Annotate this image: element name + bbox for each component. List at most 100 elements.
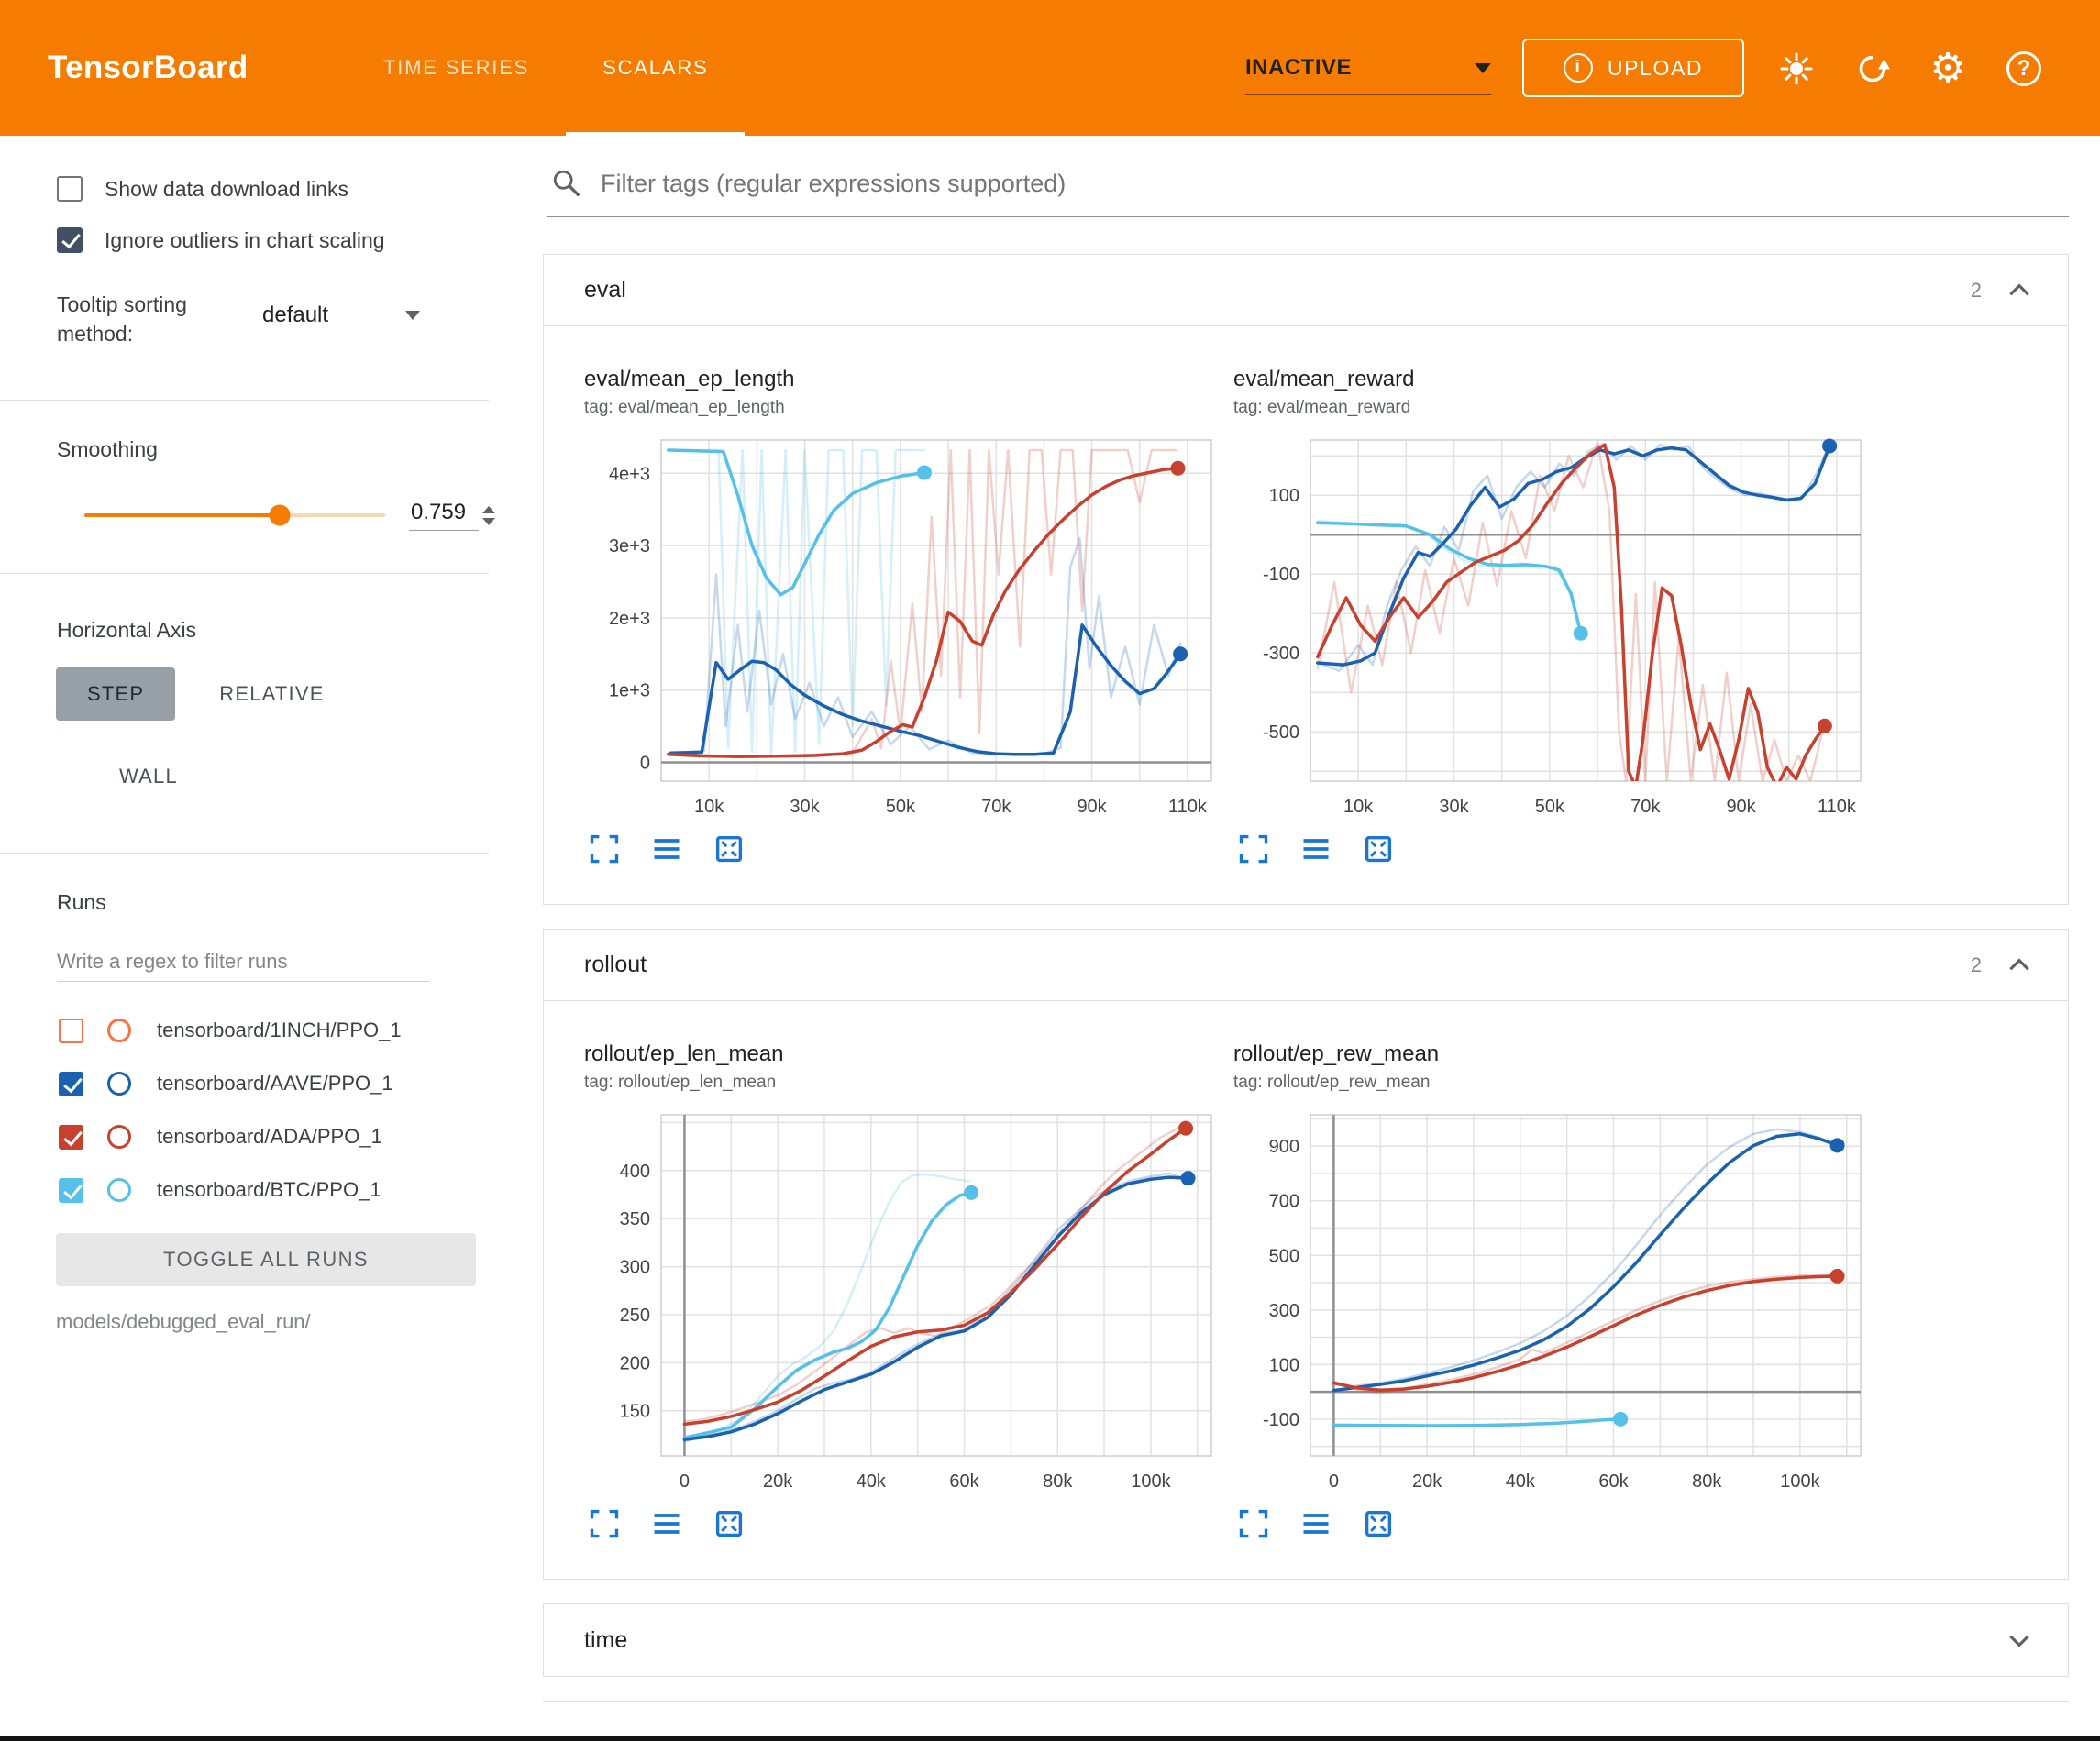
svg-text:70k: 70k xyxy=(1630,797,1661,817)
section-eval-header[interactable]: eval 2 xyxy=(544,255,2068,326)
fullscreen-icon[interactable] xyxy=(588,1507,623,1542)
svg-text:30k: 30k xyxy=(790,797,820,817)
divider xyxy=(0,573,489,574)
filter-tags-row xyxy=(547,154,2069,217)
svg-text:150: 150 xyxy=(620,1402,650,1422)
fit-domain-icon[interactable] xyxy=(713,1507,747,1542)
svg-text:40k: 40k xyxy=(1506,1471,1536,1492)
section-rollout: rollout 2 rollout/ep_len_mean tag: rollo… xyxy=(543,929,2069,1580)
section-title: rollout xyxy=(584,952,647,978)
toggle-size-icon[interactable] xyxy=(650,832,685,867)
number-spinner[interactable] xyxy=(482,506,495,525)
tooltip-sorting-select[interactable]: default xyxy=(262,303,420,336)
run-checkbox[interactable] xyxy=(59,1019,83,1043)
show-download-links-checkbox[interactable]: Show data download links xyxy=(57,172,495,205)
fullscreen-icon[interactable] xyxy=(1237,832,1272,867)
section-rollout-header[interactable]: rollout 2 xyxy=(544,930,2068,1001)
next-section-edge xyxy=(543,1701,2069,1712)
wall-axis-button[interactable]: WALL xyxy=(88,750,209,803)
run-row-aave[interactable]: tensorboard/AAVE/PPO_1 xyxy=(59,1057,495,1110)
fullscreen-icon[interactable] xyxy=(1237,1507,1272,1542)
section-title: time xyxy=(584,1627,627,1654)
svg-text:100k: 100k xyxy=(1131,1471,1171,1492)
checkbox-icon xyxy=(57,176,83,202)
fit-domain-icon[interactable] xyxy=(1362,1507,1397,1542)
settings-sidebar: Show data download links Ignore outliers… xyxy=(0,136,495,1741)
question-mark-icon: ? xyxy=(2006,51,2041,86)
svg-text:100k: 100k xyxy=(1780,1471,1820,1492)
svg-text:60k: 60k xyxy=(1598,1471,1629,1492)
svg-text:80k: 80k xyxy=(1043,1471,1073,1492)
run-checkbox[interactable] xyxy=(59,1178,83,1203)
checkbox-icon xyxy=(57,227,83,253)
svg-text:400: 400 xyxy=(620,1162,650,1182)
section-rollout-body: rollout/ep_len_mean tag: rollout/ep_len_… xyxy=(544,1001,2068,1579)
run-row-ada[interactable]: tensorboard/ADA/PPO_1 xyxy=(59,1110,495,1163)
fit-domain-icon[interactable] xyxy=(1362,832,1397,867)
chevron-down-icon xyxy=(405,311,420,320)
svg-text:350: 350 xyxy=(620,1209,650,1229)
section-time-header[interactable]: time xyxy=(544,1604,2068,1676)
svg-text:80k: 80k xyxy=(1692,1471,1722,1492)
toggle-size-icon[interactable] xyxy=(1299,832,1334,867)
section-count: 2 xyxy=(1971,953,1982,977)
help-icon[interactable]: ? xyxy=(2003,48,2045,90)
ignore-outliers-checkbox[interactable]: Ignore outliers in chart scaling xyxy=(57,224,495,257)
run-checkbox[interactable] xyxy=(59,1125,83,1150)
svg-text:90k: 90k xyxy=(1077,797,1107,817)
chart-plot[interactable]: 020k40k60k80k100k150200250300350400 xyxy=(584,1104,1226,1504)
smoothing-value-input[interactable]: 0.759 xyxy=(409,500,495,531)
run-row-1inch[interactable]: tensorboard/1INCH/PPO_1 xyxy=(59,1004,495,1057)
chart-plot[interactable]: 020k40k60k80k100k-100100300500700900 xyxy=(1233,1104,1875,1504)
brightness-icon[interactable] xyxy=(1775,48,1818,90)
tab-scalars[interactable]: SCALARS xyxy=(566,0,745,136)
window-bottom-edge xyxy=(0,1736,2100,1741)
run-color-circle-icon xyxy=(107,1178,131,1202)
svg-text:50k: 50k xyxy=(886,797,916,817)
slider-fill xyxy=(84,513,280,517)
svg-text:110k: 110k xyxy=(1818,797,1857,817)
svg-text:1e+3: 1e+3 xyxy=(609,681,650,701)
selected-value: default xyxy=(262,303,328,328)
run-row-btc[interactable]: tensorboard/BTC/PPO_1 xyxy=(59,1163,495,1217)
svg-text:110k: 110k xyxy=(1168,797,1208,817)
filter-tags-input[interactable] xyxy=(601,165,2069,202)
chart-actions xyxy=(1233,832,1875,867)
run-color-circle-icon xyxy=(107,1072,131,1096)
chevron-up-icon[interactable] xyxy=(2006,956,2033,975)
checkbox-label: Show data download links xyxy=(105,177,348,202)
svg-text:300: 300 xyxy=(620,1258,650,1278)
slider-knob[interactable] xyxy=(270,505,291,526)
svg-text:0: 0 xyxy=(1329,1471,1339,1492)
step-axis-button[interactable]: STEP xyxy=(56,667,175,721)
chevron-down-icon[interactable] xyxy=(2006,1631,2033,1649)
upload-label: UPLOAD xyxy=(1608,56,1703,81)
upload-button[interactable]: i UPLOAD xyxy=(1522,39,1744,97)
svg-text:2e+3: 2e+3 xyxy=(609,609,650,629)
horizontal-axis-label: Horizontal Axis xyxy=(57,618,495,644)
chevron-up-icon[interactable] xyxy=(2006,281,2033,300)
run-checkbox[interactable] xyxy=(59,1072,83,1096)
fit-domain-icon[interactable] xyxy=(713,832,747,867)
runs-label: Runs xyxy=(57,890,495,916)
info-icon: i xyxy=(1564,53,1593,83)
run-label: tensorboard/BTC/PPO_1 xyxy=(157,1178,381,1202)
chart-plot[interactable]: 10k30k50k70k90k110k01e+32e+33e+34e+3 xyxy=(584,429,1226,829)
tab-time-series[interactable]: TIME SERIES xyxy=(347,0,566,136)
spinner-up-icon[interactable] xyxy=(482,506,495,513)
svg-text:40k: 40k xyxy=(857,1471,887,1492)
toggle-size-icon[interactable] xyxy=(1299,1507,1334,1542)
settings-gear-icon[interactable]: ⚙ xyxy=(1927,48,1969,90)
refresh-icon[interactable] xyxy=(1851,48,1894,90)
spinner-down-icon[interactable] xyxy=(482,518,495,525)
fullscreen-icon[interactable] xyxy=(588,832,623,867)
toggle-size-icon[interactable] xyxy=(650,1507,685,1542)
relative-axis-button[interactable]: RELATIVE xyxy=(188,667,355,721)
toggle-all-runs-button[interactable]: TOGGLE ALL RUNS xyxy=(56,1233,476,1286)
svg-text:900: 900 xyxy=(1269,1137,1299,1157)
smoothing-slider[interactable] xyxy=(84,513,385,517)
experiment-status-dropdown[interactable]: INACTIVE xyxy=(1245,42,1491,95)
svg-text:700: 700 xyxy=(1269,1192,1299,1212)
chart-plot[interactable]: 10k30k50k70k90k110k100-100-300-500 xyxy=(1233,429,1875,829)
runs-filter-input[interactable] xyxy=(57,942,429,982)
